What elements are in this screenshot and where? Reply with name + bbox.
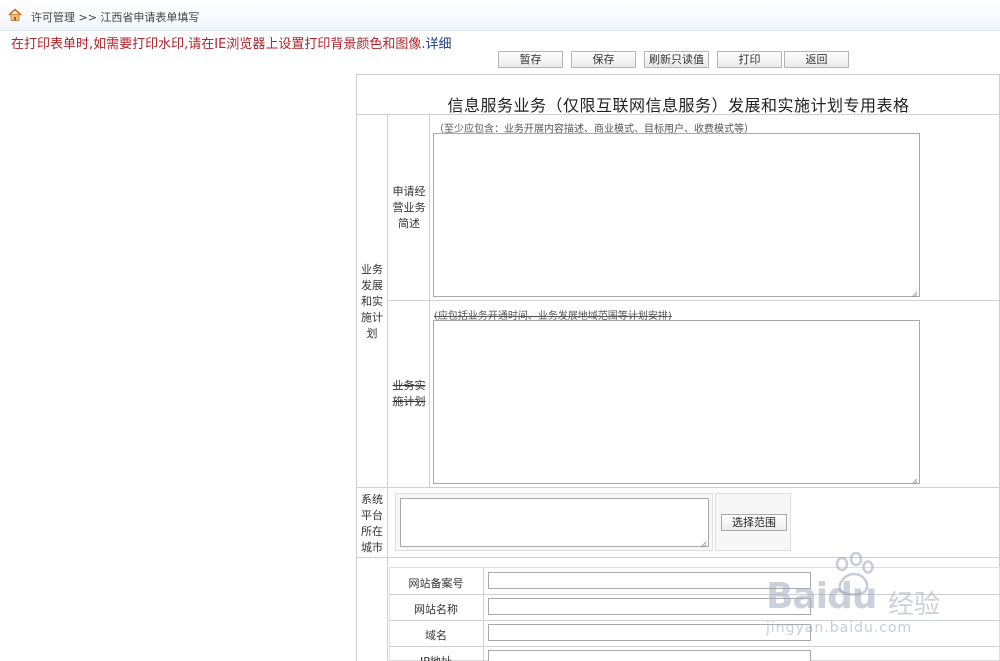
ip-address-input[interactable]: [488, 650, 811, 661]
section-label-business-plan: 业务发展和实施计划: [361, 263, 383, 340]
notice-text: 在打印表单时,如需要打印水印,请在IE浏览器上设置打印背景颜色和图像.: [11, 37, 426, 52]
divider: [387, 300, 1000, 301]
business-plan-label: 业务实施计划: [392, 379, 426, 408]
select-range-button[interactable]: 选择范围: [721, 514, 787, 531]
refresh-readonly-button[interactable]: 刷新只读值: [644, 51, 709, 68]
ip-address-label: IP地址: [391, 653, 481, 661]
resize-grip-icon[interactable]: [911, 475, 918, 485]
domain-label: 域名: [425, 629, 447, 642]
breadcrumb: 许可管理 >> 江西省申请表单填写: [31, 11, 200, 24]
business-desc-label: 申请经营业务简述: [392, 185, 426, 230]
divider: [389, 594, 1000, 595]
platform-city-textarea[interactable]: [400, 498, 709, 548]
record-number-input[interactable]: [488, 572, 811, 589]
form-title: 信息服务业务（仅限互联网信息服务）发展和实施计划专用表格: [447, 96, 910, 115]
print-button[interactable]: 打印: [717, 51, 782, 68]
business-plan-textarea[interactable]: [433, 320, 920, 485]
resize-grip-icon[interactable]: [911, 288, 918, 298]
divider: [357, 487, 1000, 488]
divider: [357, 114, 1000, 115]
divider: [357, 557, 1000, 558]
breadcrumb-bar: 许可管理 >> 江西省申请表单填写: [0, 0, 1000, 31]
print-watermark-notice: 在打印表单时,如需要打印水印,请在IE浏览器上设置打印背景颜色和图像.详细: [11, 33, 451, 52]
website-name-label: 网站名称: [414, 603, 458, 616]
record-number-label: 网站备案号: [408, 577, 464, 590]
divider: [387, 114, 388, 488]
domain-input[interactable]: [488, 624, 811, 641]
temp-save-button[interactable]: 暂存: [498, 51, 563, 68]
divider: [387, 557, 388, 661]
resize-grip-icon[interactable]: [700, 538, 707, 548]
platform-city-label: 系统平台所在城市: [361, 493, 383, 554]
back-button[interactable]: 返回: [784, 51, 849, 68]
divider: [389, 620, 1000, 621]
detail-link[interactable]: 详细: [425, 37, 451, 52]
divider: [389, 646, 1000, 647]
save-button[interactable]: 保存: [571, 51, 636, 68]
website-name-input[interactable]: [488, 598, 811, 615]
home-icon[interactable]: [8, 8, 22, 21]
business-desc-textarea[interactable]: [433, 133, 920, 298]
divider: [429, 114, 430, 488]
divider: [387, 487, 388, 558]
